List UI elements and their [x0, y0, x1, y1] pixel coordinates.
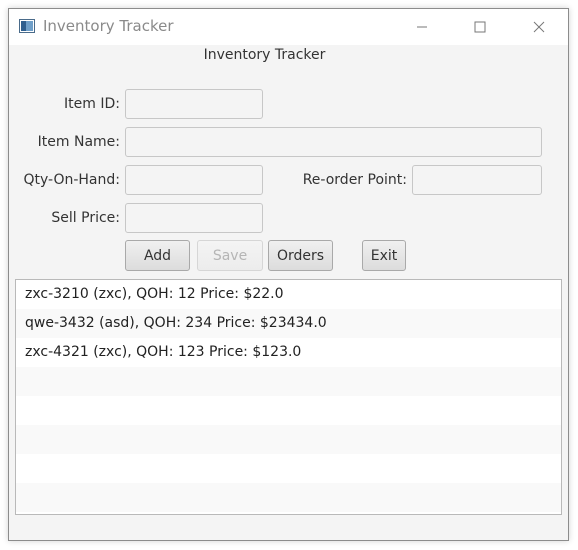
- app-window: Inventory Tracker Inventory Tracker Item…: [8, 8, 569, 541]
- add-button[interactable]: Add: [125, 240, 190, 271]
- list-item[interactable]: [16, 512, 561, 514]
- reorder-point-field[interactable]: [412, 165, 542, 195]
- list-item[interactable]: zxc-4321 (zxc), QOH: 123 Price: $123.0: [16, 338, 561, 367]
- list-item[interactable]: zxc-3210 (zxc), QOH: 12 Price: $22.0: [16, 280, 561, 309]
- minimize-icon: [417, 26, 427, 28]
- item-name-field[interactable]: [125, 127, 542, 157]
- list-item[interactable]: [16, 396, 561, 425]
- save-button[interactable]: Save: [197, 240, 263, 271]
- list-item[interactable]: [16, 483, 561, 512]
- close-icon: [533, 21, 545, 33]
- exit-button[interactable]: Exit: [362, 240, 406, 271]
- maximize-button[interactable]: [457, 9, 503, 45]
- item-id-label: Item ID:: [64, 96, 120, 112]
- item-name-label: Item Name:: [37, 134, 120, 150]
- item-id-field[interactable]: [125, 89, 263, 119]
- title-bar[interactable]: Inventory Tracker: [9, 9, 568, 45]
- qty-on-hand-label: Qty-On-Hand:: [23, 172, 120, 188]
- window-title: Inventory Tracker: [43, 17, 174, 35]
- qty-on-hand-field[interactable]: [125, 165, 263, 195]
- close-button[interactable]: [516, 9, 562, 45]
- sell-price-label: Sell Price:: [51, 210, 120, 226]
- sell-price-field[interactable]: [125, 203, 263, 233]
- reorder-point-label: Re-order Point:: [302, 172, 407, 188]
- maximize-icon: [474, 21, 486, 33]
- minimize-button[interactable]: [399, 9, 445, 45]
- inventory-list[interactable]: zxc-3210 (zxc), QOH: 12 Price: $22.0 qwe…: [15, 279, 562, 515]
- list-item[interactable]: qwe-3432 (asd), QOH: 234 Price: $23434.0: [16, 309, 561, 338]
- list-item[interactable]: [16, 454, 561, 483]
- orders-button[interactable]: Orders: [268, 240, 333, 271]
- app-icon: [19, 19, 35, 33]
- list-item[interactable]: [16, 367, 561, 396]
- page-title: Inventory Tracker: [203, 47, 326, 63]
- list-item[interactable]: [16, 425, 561, 454]
